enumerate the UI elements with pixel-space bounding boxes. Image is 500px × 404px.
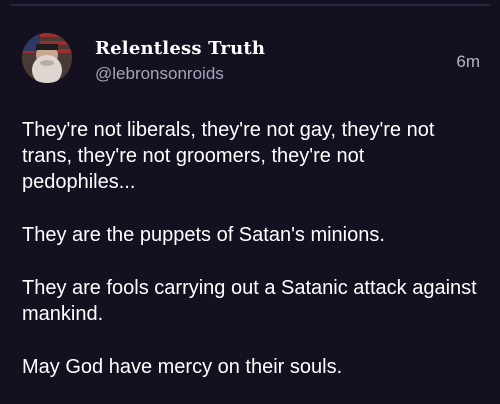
post-paragraph: May God have mercy on their souls. xyxy=(22,356,343,378)
post-paragraph: They are fools carrying out a Satanic at… xyxy=(22,277,477,325)
author-display-name[interactable]: Relentless Truth xyxy=(95,38,265,59)
bearded-man-flag-avatar-icon xyxy=(22,33,72,83)
post-paragraph: They're not liberals, they're not gay, t… xyxy=(22,119,435,193)
post-body: They're not liberals, they're not gay, t… xyxy=(22,117,482,404)
author-handle[interactable]: @lebronsonroids xyxy=(95,64,224,84)
post-card: Relentless Truth @lebronsonroids 6m They… xyxy=(0,0,500,404)
post-timestamp[interactable]: 6m xyxy=(456,52,480,72)
avatar[interactable] xyxy=(22,33,72,83)
post-paragraph: They are the puppets of Satan's minions. xyxy=(22,224,385,246)
